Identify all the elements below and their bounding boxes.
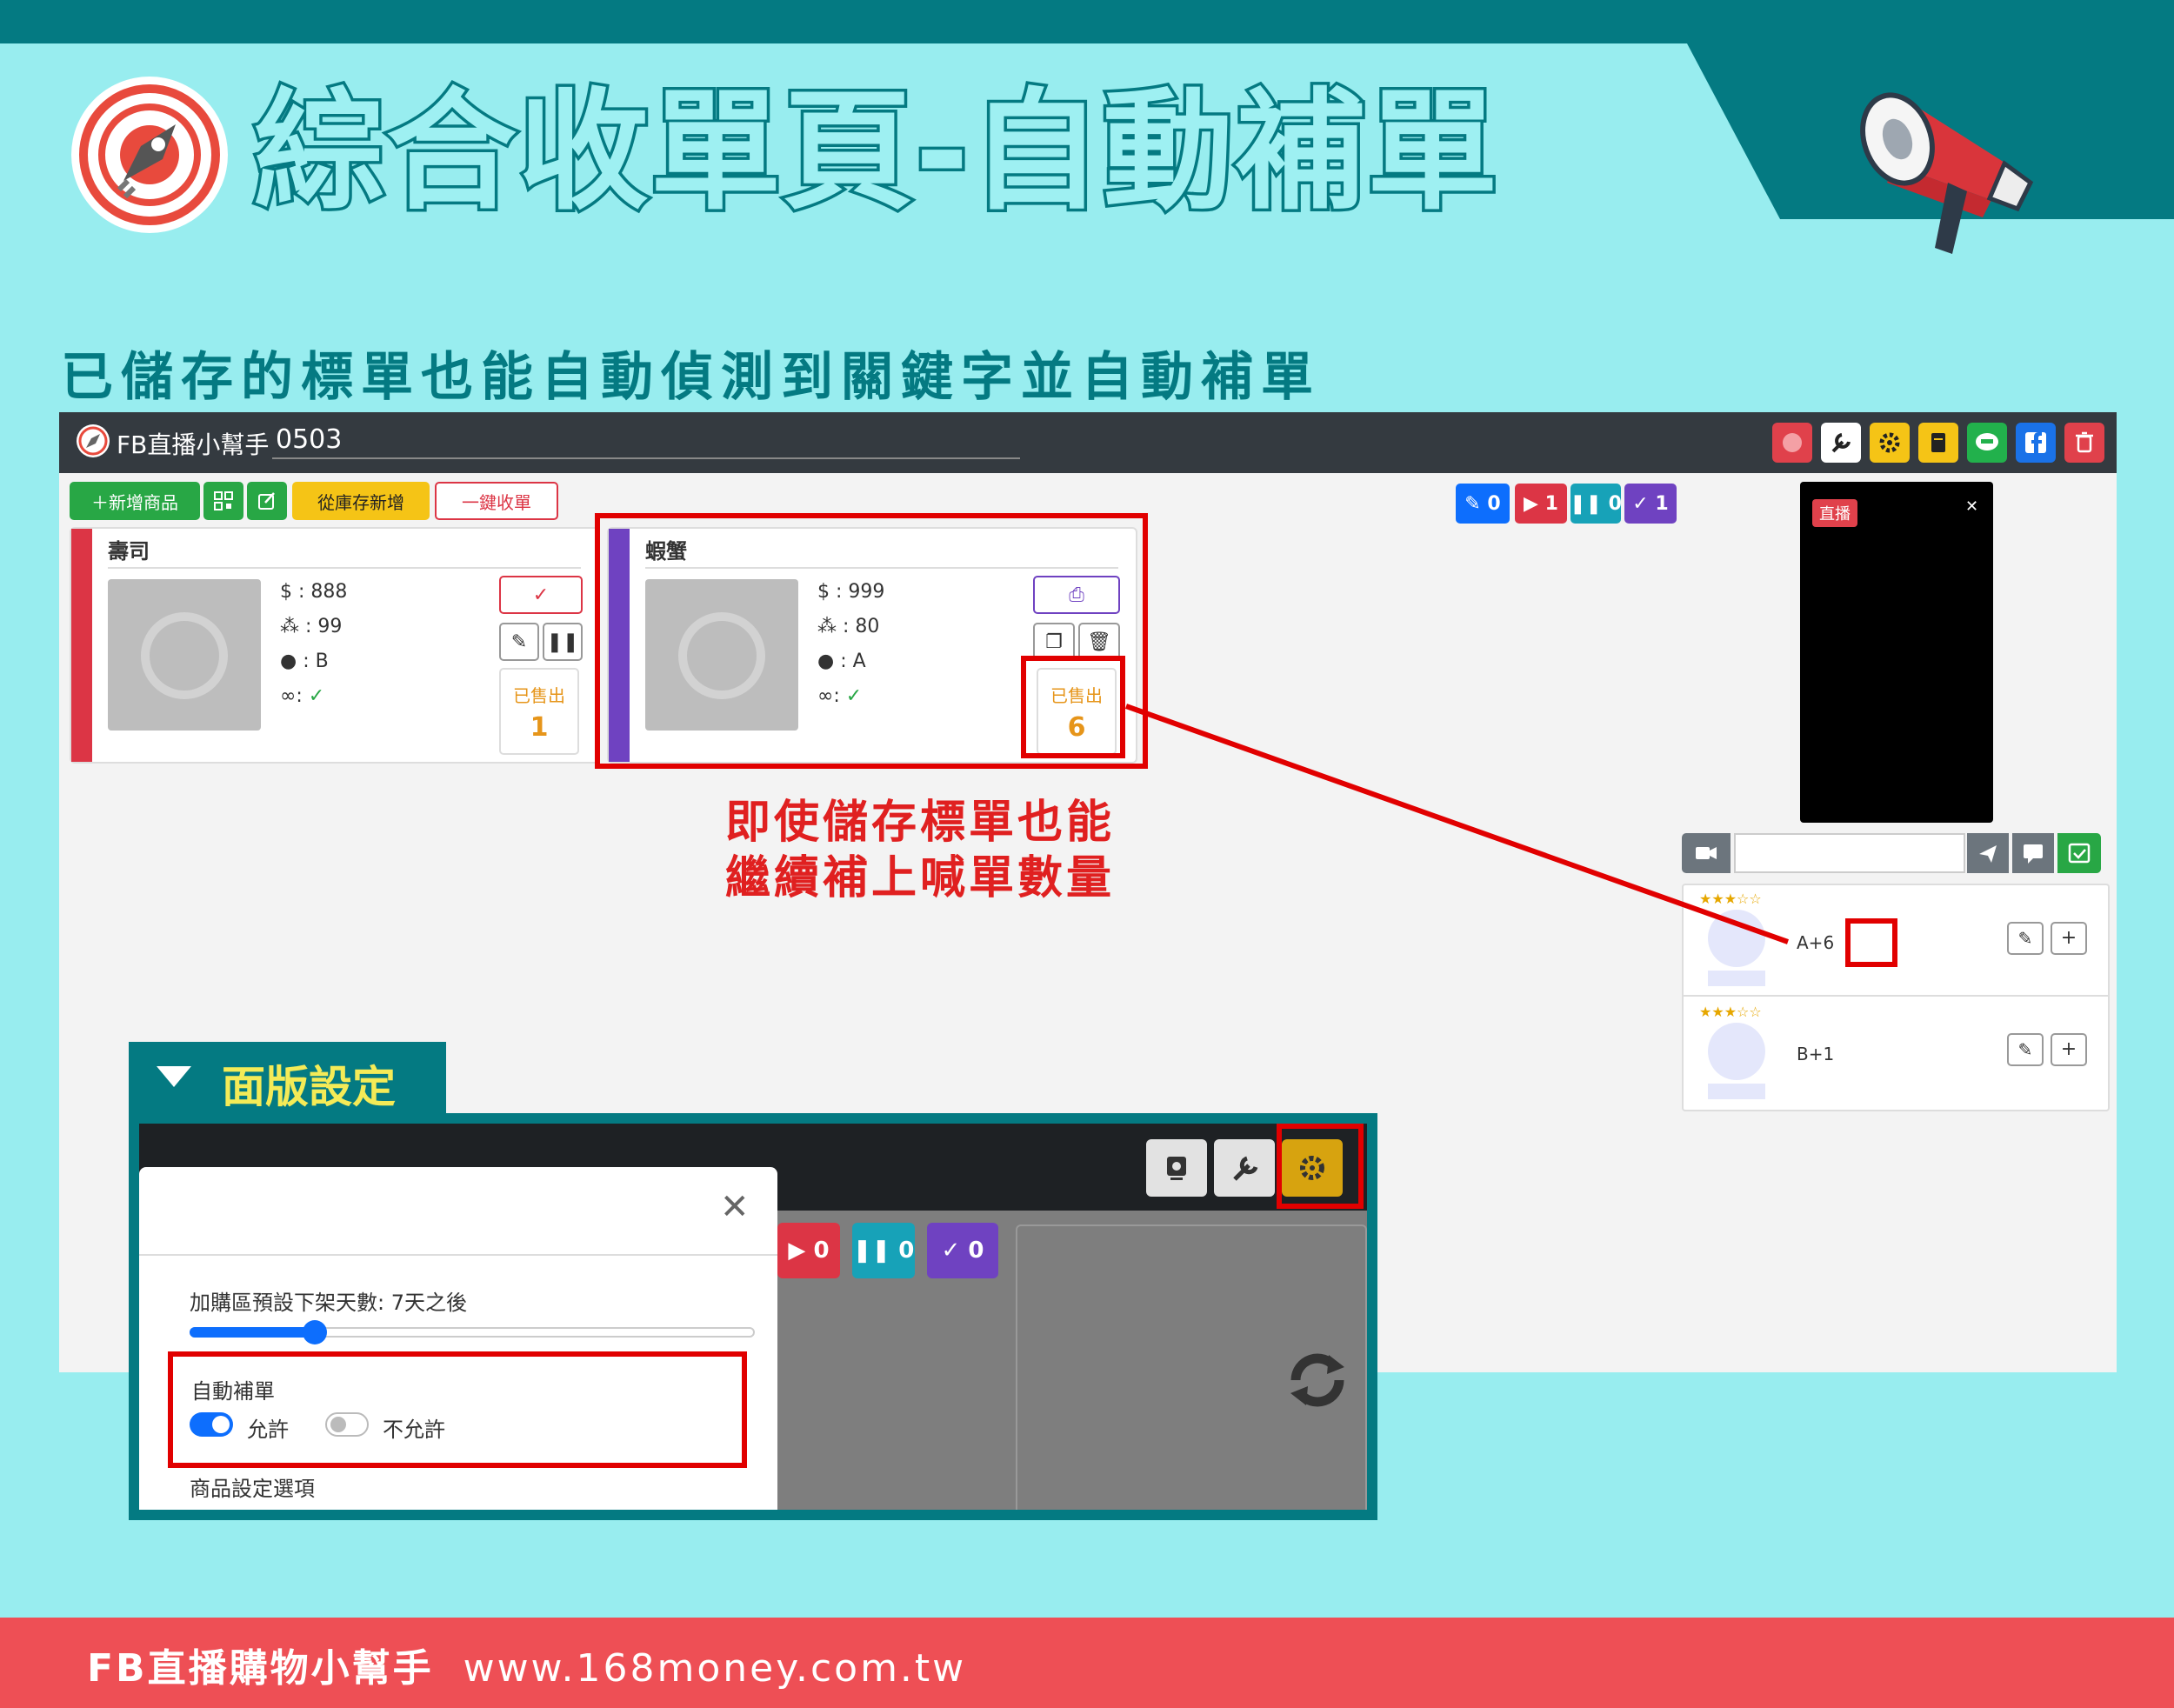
refresh-icon[interactable] <box>1278 1341 1357 1423</box>
days-slider[interactable] <box>190 1320 755 1344</box>
close-icon[interactable]: ✕ <box>720 1190 750 1224</box>
wrench-button[interactable] <box>1214 1139 1275 1197</box>
footer-brand: FB直播購物小幫手 <box>87 1646 434 1691</box>
counter-play[interactable]: ▶ 0 <box>777 1223 840 1278</box>
counter-check-value: 0 <box>968 1238 984 1264</box>
slider-label: 加購區預設下架天數: 7天之後 <box>190 1291 467 1315</box>
footer-url[interactable]: www.168money.com.tw <box>463 1646 967 1691</box>
product-settings-label: 商品設定選項 <box>190 1477 315 1501</box>
chevron-down-icon <box>157 1066 191 1087</box>
slider-thumb[interactable] <box>303 1320 328 1344</box>
modal-divider <box>139 1254 777 1256</box>
highlight-auto-fill <box>168 1351 747 1468</box>
monitor-button[interactable] <box>1146 1139 1207 1197</box>
counter-play-value: 0 <box>813 1238 830 1264</box>
highlight-gear <box>1277 1124 1364 1209</box>
footer-text: FB直播購物小幫手 www.168money.com.tw <box>87 1637 966 1692</box>
slider-fill <box>190 1327 317 1338</box>
counter-check[interactable]: ✓ 0 <box>927 1223 998 1278</box>
monitor-icon <box>1167 1157 1186 1180</box>
counter-pause[interactable]: ❚❚ 0 <box>852 1223 915 1278</box>
panel-settings-label: 面版設定 <box>222 1062 396 1112</box>
counter-pause-value: 0 <box>898 1238 915 1264</box>
wrench-icon <box>1233 1156 1258 1181</box>
